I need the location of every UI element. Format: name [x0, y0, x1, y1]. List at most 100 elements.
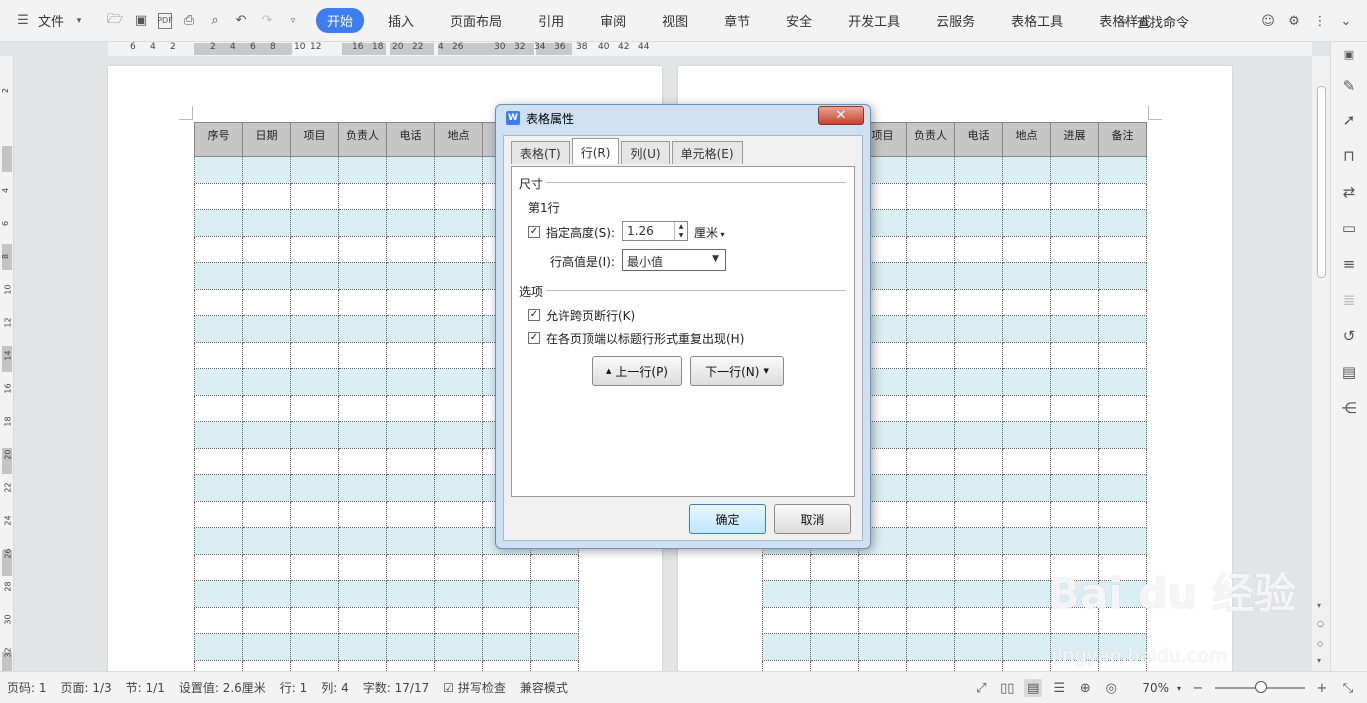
table-cell[interactable] [1002, 288, 1051, 316]
table-cell[interactable] [434, 341, 483, 369]
table-cell[interactable] [434, 262, 483, 290]
table-cell[interactable] [434, 659, 483, 671]
table-cell[interactable] [290, 421, 339, 449]
zoom-dropdown-icon[interactable]: ▾ [1177, 684, 1181, 693]
table-cell[interactable] [242, 315, 291, 343]
fit-icon[interactable]: ⤡ [1339, 679, 1357, 697]
table-cell[interactable] [194, 553, 243, 581]
history-icon[interactable]: ↺ [1339, 326, 1359, 346]
table-cell[interactable] [194, 182, 243, 210]
table-cell[interactable] [1002, 394, 1051, 422]
table-cell[interactable] [194, 235, 243, 263]
gear-icon[interactable]: ⚙ [1285, 12, 1303, 30]
table-cell[interactable] [954, 156, 1003, 184]
table-cell[interactable] [434, 474, 483, 502]
table-cell[interactable] [290, 315, 339, 343]
table-cell[interactable] [1050, 527, 1099, 555]
table-cell[interactable] [290, 394, 339, 422]
next-row-button[interactable]: 下一行(N) ▼ [690, 356, 784, 386]
table-cell[interactable] [482, 659, 531, 671]
table-cell[interactable] [906, 156, 955, 184]
table-cell[interactable] [290, 156, 339, 184]
backup-icon[interactable]: ▤ [1339, 362, 1359, 382]
tab-sections[interactable]: 章节 [712, 8, 762, 33]
table-cell[interactable] [1098, 500, 1147, 528]
customize-icon[interactable]: ▿ [284, 12, 302, 30]
table-cell[interactable] [482, 580, 531, 608]
prev-row-button[interactable]: ▲ 上一行(P) [592, 356, 682, 386]
table-header-cell[interactable]: 地点 [434, 122, 483, 157]
table-cell[interactable] [386, 474, 435, 502]
table-cell[interactable] [194, 368, 243, 396]
table-cell[interactable] [530, 659, 579, 671]
table-cell[interactable] [1050, 500, 1099, 528]
spellcheck-button[interactable]: ☑ 拼写检查 [436, 679, 513, 696]
tab-cell[interactable]: 单元格(E) [671, 141, 743, 164]
table-cell[interactable] [1050, 341, 1099, 369]
table-cell[interactable] [530, 553, 579, 581]
table-cell[interactable] [954, 447, 1003, 475]
table-cell[interactable] [338, 500, 387, 528]
table-cell[interactable] [194, 474, 243, 502]
table-header-cell[interactable]: 项目 [290, 122, 339, 157]
table-cell[interactable] [906, 606, 955, 634]
table-cell[interactable] [194, 500, 243, 528]
scroll-down-icon[interactable]: ▾ [1317, 601, 1321, 610]
table-cell[interactable] [290, 659, 339, 671]
table-header-cell[interactable]: 电话 [386, 122, 435, 157]
table-cell[interactable] [242, 447, 291, 475]
table-cell[interactable] [1098, 182, 1147, 210]
table-cell[interactable] [1098, 156, 1147, 184]
table-cell[interactable] [906, 633, 955, 661]
table-cell[interactable] [954, 182, 1003, 210]
table-cell[interactable] [194, 659, 243, 671]
table-cell[interactable] [1002, 421, 1051, 449]
table-cell[interactable] [386, 447, 435, 475]
table-cell[interactable] [954, 209, 1003, 237]
table-cell[interactable] [194, 447, 243, 475]
more-icon[interactable]: ⋮ [1311, 12, 1329, 30]
table-cell[interactable] [1050, 235, 1099, 263]
redo-icon[interactable]: ↷ [258, 12, 276, 30]
read-mode-icon[interactable]: ▯▯ [998, 679, 1016, 697]
table-cell[interactable] [1002, 606, 1051, 634]
save-icon[interactable]: ▣ [132, 12, 150, 30]
table-cell[interactable] [194, 606, 243, 634]
table-cell[interactable] [290, 527, 339, 555]
sidebar-collapse-icon[interactable]: ▣ [1339, 44, 1359, 64]
table-cell[interactable] [386, 527, 435, 555]
table-cell[interactable] [1098, 262, 1147, 290]
table-cell[interactable] [1002, 262, 1051, 290]
table-cell[interactable] [1002, 368, 1051, 396]
table-cell[interactable] [1050, 156, 1099, 184]
table-cell[interactable] [434, 209, 483, 237]
table-cell[interactable] [1098, 209, 1147, 237]
table-cell[interactable] [242, 156, 291, 184]
table-cell[interactable] [954, 580, 1003, 608]
table-cell[interactable] [338, 633, 387, 661]
table-cell[interactable] [1002, 659, 1051, 671]
zoom-in-icon[interactable]: + [1313, 679, 1331, 697]
table-cell[interactable] [1002, 447, 1051, 475]
table-cell[interactable] [338, 447, 387, 475]
table-cell[interactable] [1002, 633, 1051, 661]
unit-dropdown[interactable]: 厘米 ▾ [694, 224, 725, 241]
table-cell[interactable] [386, 394, 435, 422]
status-row[interactable]: 行: 1 [273, 679, 315, 696]
table-cell[interactable] [858, 606, 907, 634]
table-cell[interactable] [434, 500, 483, 528]
scrollbar-thumb[interactable] [1317, 86, 1326, 278]
table-cell[interactable] [1002, 341, 1051, 369]
pdf-icon[interactable]: PDF [157, 12, 173, 29]
search-command[interactable]: ⌕ 查找命令 [1115, 12, 1189, 31]
table-cell[interactable] [242, 500, 291, 528]
vertical-ruler[interactable]: 2 4 6 8 10 12 14 16 18 20 22 24 26 28 30… [0, 56, 14, 671]
table-cell[interactable] [810, 580, 859, 608]
table-cell[interactable] [906, 474, 955, 502]
table-cell[interactable] [762, 606, 811, 634]
table-cell[interactable] [194, 527, 243, 555]
table-cell[interactable] [242, 474, 291, 502]
table-cell[interactable] [1098, 394, 1147, 422]
table-cell[interactable] [194, 341, 243, 369]
table-cell[interactable] [242, 421, 291, 449]
